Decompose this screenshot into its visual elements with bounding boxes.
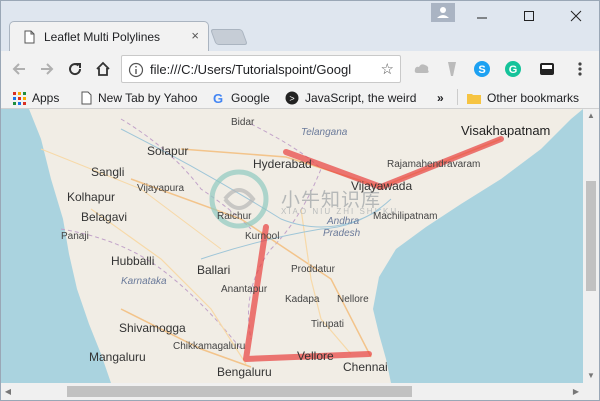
city-label-vijayawada: Vijayawada (351, 179, 413, 193)
city-label-visakhapatnam: Visakhapatnam (461, 123, 551, 138)
leaflet-map[interactable]: 小牛知识库 XIAO NIU ZHI SHI KU Bidar Telangan… (1, 109, 583, 383)
city-label-machilipatnam: Machilipatnam (373, 211, 438, 222)
bookmark-star-icon[interactable]: ☆ (381, 60, 394, 78)
tab-close-icon[interactable]: × (191, 28, 199, 43)
city-label-sangli: Sangli (91, 165, 125, 179)
svg-text:G: G (509, 64, 518, 76)
tab-leaflet-multi-polylines[interactable]: Leaflet Multi Polylines × (9, 21, 209, 51)
skype-icon[interactable]: S (473, 60, 491, 78)
info-icon[interactable] (128, 62, 144, 78)
city-label-vijayapura: Vijayapura (137, 183, 185, 194)
svg-text:G: G (213, 91, 223, 105)
horizontal-scrollbar[interactable]: ◀ ▶ (1, 383, 583, 400)
city-label-raichur: Raichur (217, 211, 252, 222)
grammarly-icon[interactable]: G (504, 60, 522, 78)
tab-strip: Leaflet Multi Polylines × (1, 1, 599, 51)
bookmark-javascript-the-weird[interactable]: > JavaScript, the weird (285, 89, 416, 107)
url-text[interactable]: file:///C:/Users/Tutorialspoint/Googl (150, 62, 365, 77)
vertical-scrollbar[interactable]: ▲ ▼ (583, 109, 599, 383)
extension-icon[interactable] (538, 60, 556, 78)
scroll-right-arrow-icon[interactable]: ▶ (569, 383, 583, 400)
city-label-kolhapur: Kolhapur (67, 190, 116, 204)
state-label-karnataka: Karnataka (121, 276, 167, 287)
bookmark-overflow-label: » (437, 91, 444, 105)
document-icon (81, 91, 92, 105)
city-label-kurnool: Kurnool (245, 231, 280, 242)
city-label-chennai: Chennai (343, 360, 388, 374)
bookmark-label: JavaScript, the weird (305, 91, 417, 105)
home-icon (96, 61, 110, 76)
maximize-button[interactable] (506, 1, 551, 31)
city-label-anantapur: Anantapur (221, 284, 268, 295)
bookmark-other-bookmarks[interactable]: Other bookmarks (467, 89, 579, 107)
scroll-up-arrow-icon[interactable]: ▲ (583, 109, 599, 123)
city-label-rajamahendravaram: Rajamahendravaram (387, 159, 481, 170)
state-label-telangana: Telangana (301, 127, 348, 138)
bookmarks-divider (457, 89, 458, 105)
city-label-shivamogga: Shivamogga (119, 321, 186, 335)
apps-grid-icon (13, 91, 26, 105)
city-label-bengaluru: Bengaluru (217, 365, 272, 379)
tape-extension-icon[interactable] (443, 60, 461, 78)
bookmark-apps[interactable]: Apps (13, 89, 59, 107)
forward-button[interactable] (37, 59, 57, 79)
bookmark-label: New Tab by Yahoo (98, 91, 198, 105)
city-label-panaji: Panaji (61, 231, 89, 242)
close-icon (570, 10, 581, 22)
city-label-belagavi: Belagavi (81, 210, 128, 224)
back-button[interactable] (9, 59, 29, 79)
maximize-icon (523, 11, 534, 21)
city-label-bidar: Bidar (231, 117, 255, 128)
bookmarks-overflow-chevron[interactable]: » (437, 89, 444, 107)
svg-text:>: > (289, 94, 294, 104)
google-icon: G (213, 91, 223, 105)
bookmark-google[interactable]: G Google (211, 89, 270, 107)
bookmarks-bar: Apps New Tab by Yahoo G Google > JavaScr… (1, 87, 599, 109)
forward-arrow-icon (41, 63, 54, 75)
bookmark-new-tab-by-yahoo[interactable]: New Tab by Yahoo (81, 89, 197, 107)
city-label-chikkamagaluru: Chikkamagaluru (173, 341, 246, 352)
reload-icon (69, 63, 82, 76)
map-tiles (1, 109, 583, 383)
browser-window: Leaflet Multi Polylines × file:///C:/Use… (0, 0, 600, 401)
city-label-proddatur: Proddatur (291, 264, 335, 275)
scroll-down-arrow-icon[interactable]: ▼ (583, 369, 599, 383)
profile-icon[interactable] (431, 3, 455, 22)
cloud-extension-icon[interactable] (413, 60, 431, 78)
toolbar: file:///C:/Users/Tutorialspoint/Googl ☆ … (1, 51, 599, 87)
city-label-hubballi: Hubballi (111, 254, 155, 268)
minimize-icon (476, 17, 487, 19)
document-icon (24, 30, 35, 44)
address-bar[interactable]: file:///C:/Users/Tutorialspoint/Googl ☆ (121, 55, 401, 83)
city-label-solapur: Solapur (147, 144, 189, 158)
bookmark-label: Other bookmarks (487, 91, 580, 105)
scroll-left-arrow-icon[interactable]: ◀ (1, 383, 15, 400)
close-window-button[interactable] (553, 1, 598, 31)
city-label-hyderabad: Hyderabad (253, 157, 312, 171)
city-label-vellore: Vellore (297, 349, 334, 363)
home-button[interactable] (93, 59, 113, 79)
state-label-andhra: Andhra (327, 216, 360, 227)
back-arrow-icon (12, 63, 25, 75)
menu-kebab-icon[interactable] (571, 60, 589, 78)
horizontal-scroll-thumb[interactable] (67, 386, 412, 397)
scrollbar-corner (583, 383, 599, 400)
minimize-button[interactable] (459, 1, 504, 31)
reload-button[interactable] (65, 59, 85, 79)
bookmark-label: Apps (32, 91, 60, 105)
city-label-kadapa: Kadapa (285, 294, 320, 305)
javascript-site-icon: > (285, 91, 299, 105)
svg-text:S: S (478, 64, 485, 76)
vertical-scroll-thumb[interactable] (586, 181, 596, 291)
new-tab-button[interactable] (210, 29, 248, 45)
city-label-mangaluru: Mangaluru (89, 350, 146, 364)
city-label-tirupati: Tirupati (311, 319, 344, 330)
folder-icon (467, 94, 481, 104)
state-label-pradesh: Pradesh (323, 228, 361, 239)
tab-title: Leaflet Multi Polylines (44, 30, 161, 44)
city-label-ballari: Ballari (197, 263, 231, 277)
bookmark-label: Google (231, 91, 270, 105)
city-label-nellore: Nellore (337, 294, 369, 305)
